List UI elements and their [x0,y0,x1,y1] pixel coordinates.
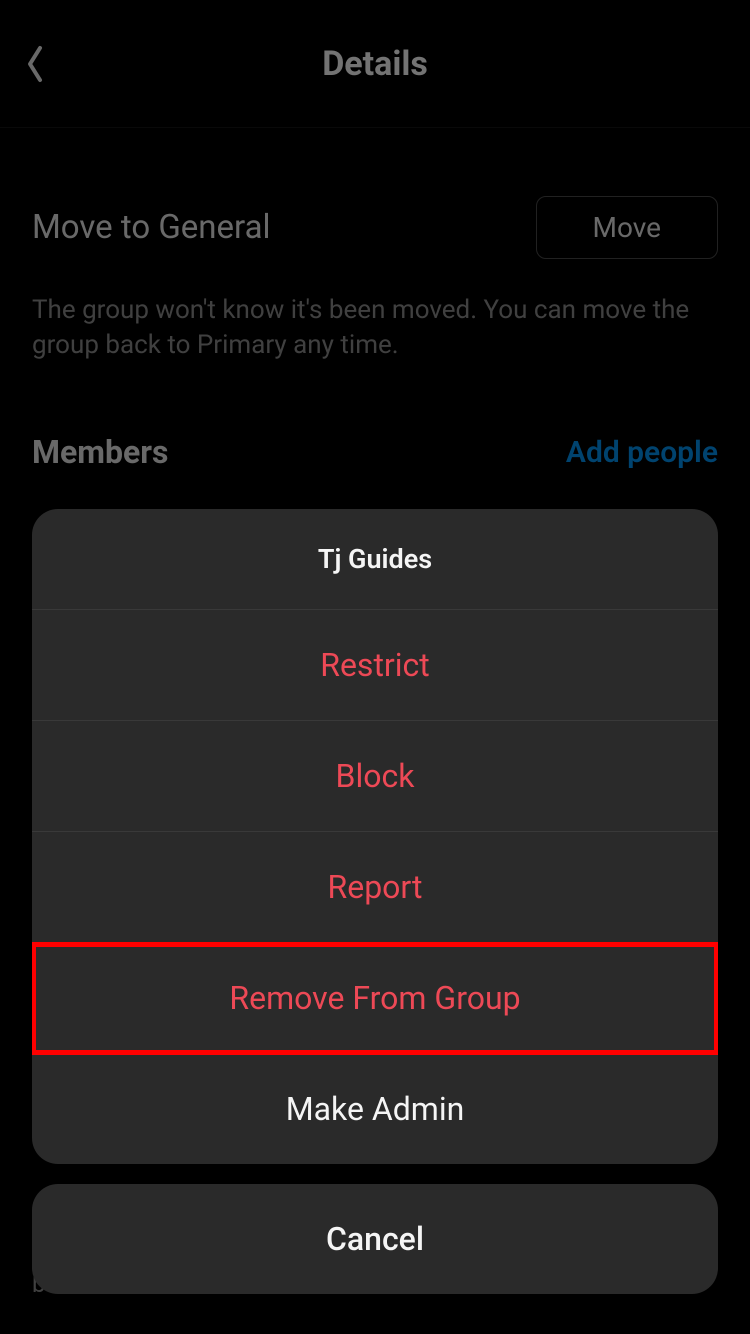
report-button[interactable]: Report [32,832,718,943]
cancel-button[interactable]: Cancel [32,1184,718,1294]
details-page: Details Move to General Move The group w… [0,0,750,1334]
action-sheet-group: Tj Guides Restrict Block Report Remove F… [32,509,718,1164]
make-admin-button[interactable]: Make Admin [32,1054,718,1164]
block-button[interactable]: Block [32,721,718,832]
remove-from-group-button[interactable]: Remove From Group [32,943,718,1054]
action-sheet-title: Tj Guides [32,509,718,610]
restrict-button[interactable]: Restrict [32,610,718,721]
action-sheet: Tj Guides Restrict Block Report Remove F… [32,509,718,1294]
